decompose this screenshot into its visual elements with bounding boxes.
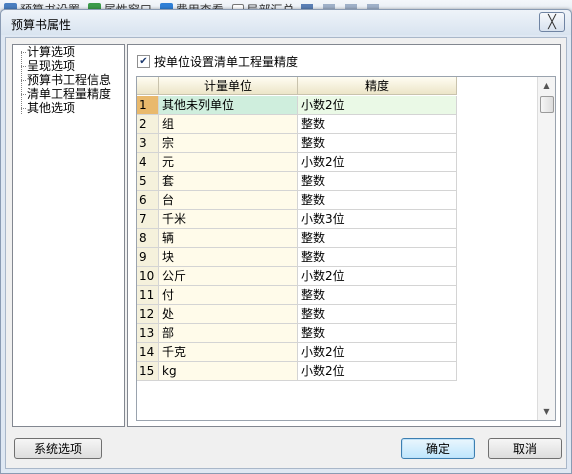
table-row[interactable]: 11 付整数	[137, 286, 537, 305]
row-number-cell: 7	[137, 210, 159, 229]
row-number-cell: 3	[137, 134, 159, 153]
table-row[interactable]: 13 部整数	[137, 324, 537, 343]
project-properties-dialog: 预算书属性 ╳ 计算选项 呈现选项 预算书工程信息 清单工程量精度 其他选项 ✔…	[0, 9, 572, 474]
table-row[interactable]: 7 千米 小数3位	[137, 210, 537, 229]
unit-cell[interactable]: 组	[159, 115, 298, 134]
dialog-body: 计算选项 呈现选项 预算书工程信息 清单工程量精度 其他选项 ✔ 按单位设置清单…	[5, 37, 567, 469]
precision-cell[interactable]: 整数	[298, 115, 457, 134]
tree-item-other-options[interactable]: 其他选项	[27, 102, 75, 115]
row-number-cell: 13	[137, 324, 159, 343]
row-number-cell: 1	[137, 96, 159, 115]
unit-cell[interactable]: 块	[159, 248, 298, 267]
precision-by-unit-checkbox[interactable]: ✔ 按单位设置清单工程量精度	[137, 53, 298, 70]
precision-by-unit-label: 按单位设置清单工程量精度	[154, 55, 299, 69]
close-button[interactable]: ╳	[539, 12, 565, 32]
precision-cell[interactable]: 整数	[298, 248, 457, 267]
unit-cell[interactable]: 付	[159, 286, 298, 305]
table-row[interactable]: 8 辆整数	[137, 229, 537, 248]
close-icon: ╳	[548, 14, 556, 30]
table-row[interactable]: 3 宗整数	[137, 134, 537, 153]
ok-button[interactable]: 确定	[401, 438, 475, 459]
dialog-title: 预算书属性	[11, 18, 72, 32]
grid-header-empty	[457, 77, 537, 95]
unit-cell[interactable]: 元	[159, 153, 298, 172]
table-row[interactable]: 6 台整数	[137, 191, 537, 210]
quantity-precision-panel: ✔ 按单位设置清单工程量精度 计量单位 精度 1 其他未列单位 小数2位 2 组整数 3 宗…	[127, 44, 561, 427]
precision-cell[interactable]: 整数	[298, 172, 457, 191]
unit-cell[interactable]: 千米	[159, 210, 298, 229]
row-number-cell: 9	[137, 248, 159, 267]
precision-cell[interactable]: 小数2位	[298, 267, 457, 286]
table-row[interactable]: 14 千克 小数2位	[137, 343, 537, 362]
precision-cell[interactable]: 小数2位	[298, 96, 457, 115]
cancel-button[interactable]: 取消	[488, 438, 562, 459]
tree-connector-branch	[21, 80, 26, 81]
tree-item-calculation-options[interactable]: 计算选项	[27, 46, 75, 59]
unit-cell[interactable]: 其他未列单位	[159, 96, 298, 115]
precision-cell[interactable]: 小数2位	[298, 343, 457, 362]
scrollbar-thumb[interactable]	[540, 96, 554, 113]
unit-cell[interactable]: kg	[159, 362, 298, 381]
table-row[interactable]: 12 处整数	[137, 305, 537, 324]
scroll-down-icon[interactable]: ▼	[538, 403, 555, 420]
checkbox-check-icon[interactable]: ✔	[137, 55, 150, 68]
unit-cell[interactable]: 部	[159, 324, 298, 343]
tree-connector-branch	[21, 52, 26, 53]
grid-rows: 1 其他未列单位 小数2位 2 组整数 3 宗整数 4 元小数2位 5 套整数 6 台整数 7 千米 小数3位…	[137, 96, 537, 381]
unit-cell[interactable]: 辆	[159, 229, 298, 248]
row-number-cell: 4	[137, 153, 159, 172]
precision-cell[interactable]: 整数	[298, 286, 457, 305]
unit-cell[interactable]: 千克	[159, 343, 298, 362]
precision-cell[interactable]: 小数2位	[298, 153, 457, 172]
grid-header-row-number	[137, 77, 159, 95]
row-number-cell: 15	[137, 362, 159, 381]
dialog-titlebar[interactable]: 预算书属性 ╳	[1, 10, 571, 35]
row-number-cell: 14	[137, 343, 159, 362]
tree-connector-branch	[21, 108, 26, 109]
tree-item-project-info[interactable]: 预算书工程信息	[27, 74, 111, 87]
precision-cell[interactable]: 整数	[298, 305, 457, 324]
unit-cell[interactable]: 台	[159, 191, 298, 210]
options-tree: 计算选项 呈现选项 预算书工程信息 清单工程量精度 其他选项	[12, 44, 125, 427]
grid-header-unit[interactable]: 计量单位	[159, 77, 298, 95]
unit-cell[interactable]: 宗	[159, 134, 298, 153]
precision-cell[interactable]: 整数	[298, 229, 457, 248]
unit-cell[interactable]: 公斤	[159, 267, 298, 286]
tree-item-quantity-precision[interactable]: 清单工程量精度	[27, 88, 111, 101]
row-number-cell: 5	[137, 172, 159, 191]
table-row[interactable]: 4 元小数2位	[137, 153, 537, 172]
tree-connector-branch	[21, 66, 26, 67]
precision-cell[interactable]: 小数3位	[298, 210, 457, 229]
unit-cell[interactable]: 处	[159, 305, 298, 324]
row-number-cell: 8	[137, 229, 159, 248]
row-number-cell: 10	[137, 267, 159, 286]
tree-item-display-options[interactable]: 呈现选项	[27, 60, 75, 73]
row-number-cell: 2	[137, 115, 159, 134]
precision-cell[interactable]: 整数	[298, 134, 457, 153]
row-number-cell: 6	[137, 191, 159, 210]
tree-connector-line	[21, 51, 22, 114]
table-row[interactable]: 10 公斤 小数2位	[137, 267, 537, 286]
grid-header-precision[interactable]: 精度	[298, 77, 457, 95]
precision-cell[interactable]: 小数2位	[298, 362, 457, 381]
unit-precision-grid: 计量单位 精度 1 其他未列单位 小数2位 2 组整数 3 宗整数 4 元小数2位 5 套整数 6 台整…	[136, 76, 556, 421]
unit-cell[interactable]: 套	[159, 172, 298, 191]
grid-vertical-scrollbar[interactable]: ▲ ▼	[537, 77, 555, 420]
scroll-up-icon[interactable]: ▲	[538, 77, 555, 94]
table-row[interactable]: 5 套整数	[137, 172, 537, 191]
precision-cell[interactable]: 整数	[298, 324, 457, 343]
row-number-cell: 11	[137, 286, 159, 305]
system-options-button[interactable]: 系统选项	[14, 438, 102, 459]
table-row[interactable]: 1 其他未列单位 小数2位	[137, 96, 537, 115]
table-row[interactable]: 15 kg 小数2位	[137, 362, 537, 381]
precision-cell[interactable]: 整数	[298, 191, 457, 210]
table-row[interactable]: 9 块整数	[137, 248, 537, 267]
tree-connector-branch	[21, 94, 26, 95]
table-row[interactable]: 2 组整数	[137, 115, 537, 134]
row-number-cell: 12	[137, 305, 159, 324]
